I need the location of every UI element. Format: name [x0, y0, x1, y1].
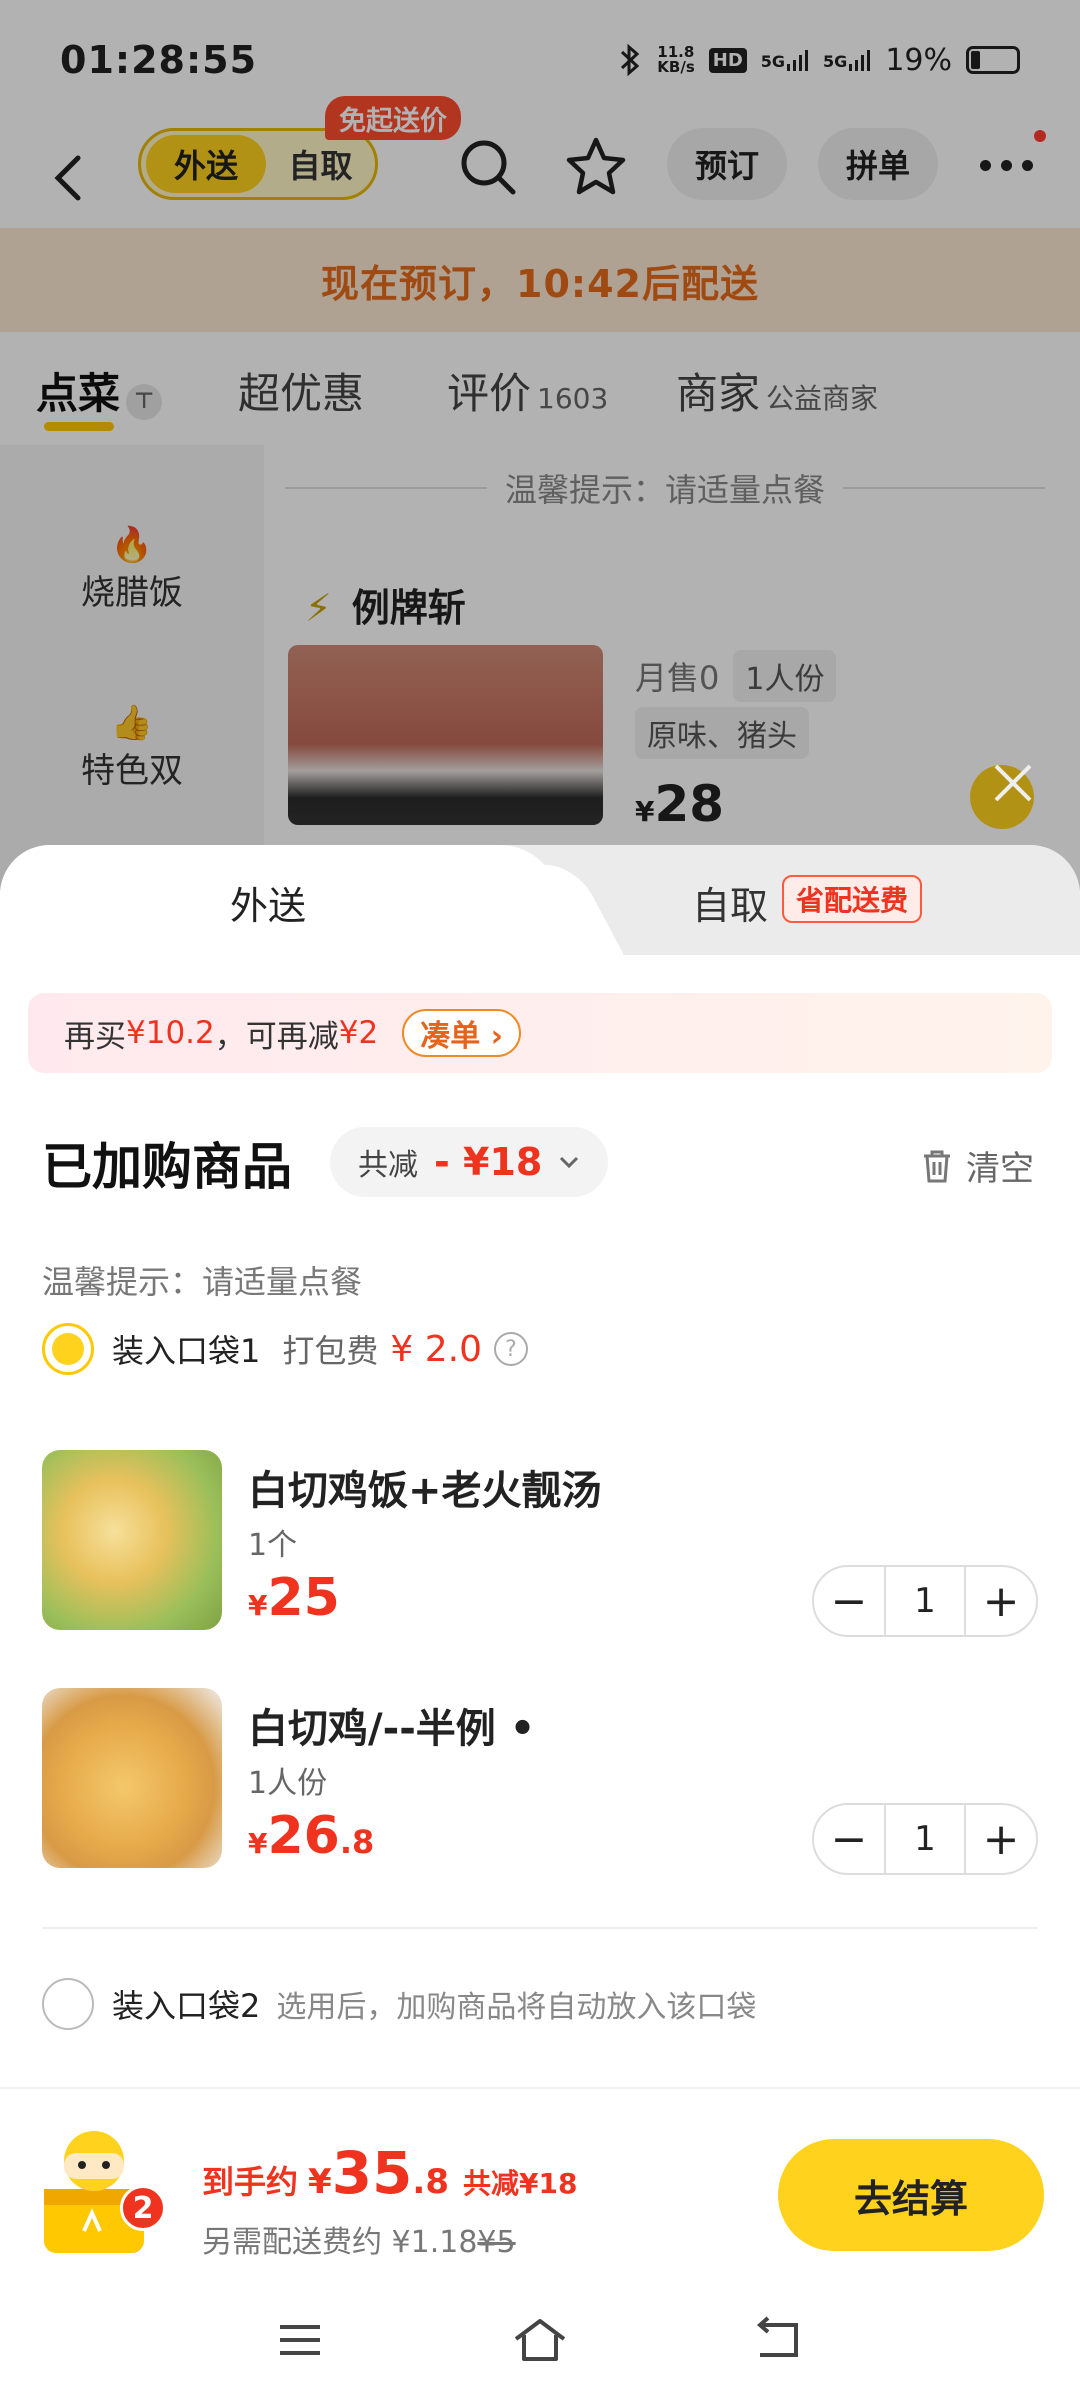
packing-fee-value: ¥ 2.0 — [390, 1328, 482, 1370]
delivery-fee: 另需配送费约 ¥1.18 — [202, 2225, 478, 2260]
item-price: ¥26.8 — [248, 1806, 374, 1866]
promo-bar: 再买 ¥10.2 ，可再减 ¥2 凑单 › — [28, 993, 1052, 1073]
home-icon[interactable] — [510, 2315, 570, 2365]
cart-tab-pickup[interactable]: 自取 — [692, 875, 768, 930]
item-image[interactable] — [42, 1688, 222, 1868]
promo-amount: ¥10.2 — [126, 1015, 215, 1051]
item-price-dec: .8 — [339, 1823, 375, 1861]
promo-text: 再买 — [64, 1018, 126, 1055]
bag1-row[interactable]: 装入口袋1 打包费 ¥ 2.0 ? — [42, 1323, 528, 1375]
total-price-line: 到手约 ¥35.8 共减¥18 — [202, 2139, 577, 2207]
discount-label: 共减 — [358, 1148, 418, 1183]
quantity-value[interactable]: 1 — [884, 1567, 966, 1635]
close-icon[interactable] — [988, 758, 1038, 808]
cart-sheet: 外送 自取 省配送费 再买 ¥10.2 ，可再减 ¥2 凑单 › 已加购商品 共减 -… — [0, 845, 1080, 2400]
discount-amount: - ¥18 — [434, 1140, 543, 1184]
item-image[interactable] — [42, 1450, 222, 1630]
bag2-label: 装入口袋2 — [112, 1987, 261, 2025]
menu-icon[interactable] — [270, 2315, 330, 2365]
bag2-hint: 选用后，加购商品将自动放入该口袋 — [276, 1990, 757, 2025]
currency-symbol: ¥ — [248, 1827, 268, 1860]
quantity-stepper: − 1 + — [812, 1803, 1038, 1875]
chevron-down-icon — [560, 1156, 579, 1169]
item-spec: 1个 — [248, 1528, 298, 1563]
decrease-button[interactable]: − — [814, 1567, 884, 1635]
bag2-row[interactable]: 装入口袋2 选用后，加购商品将自动放入该口袋 — [42, 1978, 756, 2030]
bag1-label: 装入口袋1 — [112, 1332, 261, 1370]
discount-summary[interactable]: 共减 - ¥18 — [330, 1127, 609, 1197]
increase-button[interactable]: + — [966, 1805, 1036, 1873]
delivery-fee-line: 另需配送费约 ¥1.18¥5 — [202, 2217, 516, 2261]
increase-button[interactable]: + — [966, 1567, 1036, 1635]
quantity-value[interactable]: 1 — [884, 1805, 966, 1873]
checkout-bar: 2 到手约 ¥35.8 共减¥18 另需配送费约 ¥1.18¥5 去结算 — [0, 2087, 1080, 2267]
quantity-stepper: − 1 + — [812, 1565, 1038, 1637]
bag2-radio[interactable] — [42, 1978, 94, 2030]
system-nav-bar — [0, 2285, 1080, 2400]
promo-text: ，可再减 — [214, 1018, 339, 1055]
back-nav-icon[interactable] — [750, 2315, 810, 2365]
warm-tip: 温馨提示：请适量点餐 — [42, 1263, 363, 1301]
item-name: 白切鸡/--半例 • — [248, 1706, 536, 1752]
divider — [42, 1927, 1038, 1929]
item-name: 白切鸡饭+老火靓汤 — [248, 1468, 602, 1514]
total-price: ¥35.8 — [308, 2139, 449, 2207]
cart-item: 白切鸡/--半例 • 1人份 ¥26.8 − 1 + — [42, 1688, 1042, 1875]
checkout-button[interactable]: 去结算 — [778, 2139, 1044, 2251]
packing-fee-label: 打包费 — [282, 1332, 379, 1370]
cart-tab-delivery-label[interactable]: 外送 — [230, 875, 306, 930]
item-spec: 1人份 — [248, 1766, 328, 1801]
bag1-radio[interactable] — [42, 1323, 94, 1375]
total-price-int: 35 — [331, 2139, 413, 2207]
currency-symbol: ¥ — [248, 1589, 268, 1622]
decrease-button[interactable]: − — [814, 1805, 884, 1873]
clear-label: 清空 — [966, 1149, 1034, 1189]
trash-icon — [924, 1150, 950, 1182]
total-price-dec: .8 — [412, 2162, 449, 2202]
currency-symbol: ¥ — [308, 2162, 332, 2202]
delivery-fee-original: ¥5 — [477, 2225, 516, 2260]
cart-title: 已加购商品 — [42, 1138, 292, 1196]
item-price: ¥25 — [248, 1568, 340, 1628]
cart-item: 白切鸡饭+老火靓汤 1个 ¥25 − 1 + — [42, 1450, 1042, 1637]
total-saved: 共减¥18 — [462, 2167, 578, 2200]
item-price-int: 25 — [267, 1568, 340, 1628]
add-more-button[interactable]: 凑单 › — [402, 1009, 522, 1057]
help-icon[interactable]: ? — [494, 1332, 528, 1366]
cart-mode-tabs: 外送 自取 省配送费 — [0, 845, 1080, 955]
item-price-int: 26 — [267, 1806, 340, 1866]
clear-cart-button[interactable]: 清空 — [920, 1141, 1034, 1190]
cart-count-badge: 2 — [120, 2185, 166, 2231]
promo-discount: ¥2 — [338, 1015, 379, 1051]
estimated-label: 到手约 — [202, 2163, 299, 2201]
save-delivery-fee-badge: 省配送费 — [782, 875, 923, 923]
